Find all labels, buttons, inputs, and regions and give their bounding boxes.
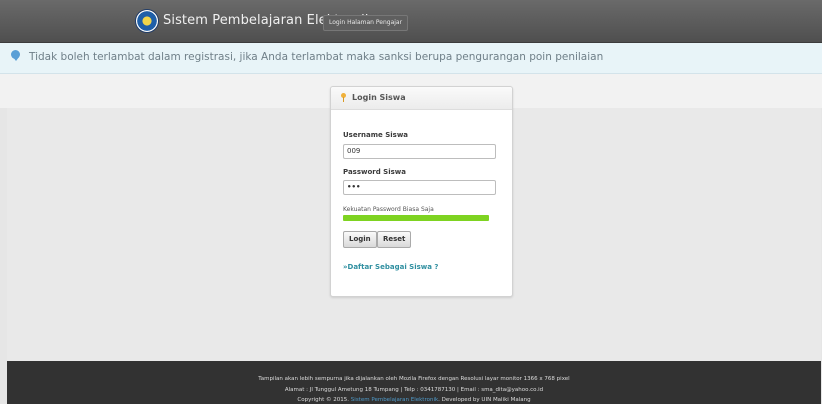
teacher-login-link[interactable]: Login Halaman Pengajar [323,15,409,31]
notice-banner: Tidak boleh terlambat dalam registrasi, … [0,43,822,74]
login-panel: Login Siswa Username Siswa 009 Password … [330,86,513,297]
footer-address: Alamat : Jl Tunggul Ametung 18 Tumpang |… [284,387,544,393]
footer-developer: . Developed by UIN Maliki Malang [438,397,531,403]
password-label: Password Siswa [343,168,406,176]
password-input[interactable]: ••• [343,180,496,195]
register-student-link[interactable]: »Daftar Sebagai Siswa ? [343,263,438,271]
password-strength-meter [343,215,489,221]
login-panel-header: Login Siswa [331,87,512,110]
footer-copyright-prefix: Copyright © 2015. [297,397,350,403]
school-logo-icon [136,10,158,32]
key-icon [341,93,346,102]
login-button[interactable]: Login [343,231,377,248]
page-footer: Tampilan akan lebih sempurna jika dijala… [7,361,821,404]
login-panel-title: Login Siswa [352,93,406,102]
footer-browser-note: Tampilan akan lebih sempurna jika dijala… [258,376,570,382]
notice-text: Tidak boleh terlambat dalam registrasi, … [29,51,604,63]
username-input[interactable]: 009 [343,144,496,159]
reset-button[interactable]: Reset [377,231,412,248]
top-header-bar: Sistem Pembelajaran Elektronik Login Hal… [0,0,822,43]
password-strength-fill [343,215,489,221]
footer-copyright: Copyright © 2015. Sistem Pembelajaran El… [7,397,821,403]
footer-app-link[interactable]: Sistem Pembelajaran Elektronik [351,397,438,403]
info-icon [11,50,20,61]
password-strength-label: Kekuatan Password Biasa Saja [343,206,434,213]
username-label: Username Siswa [343,131,409,139]
